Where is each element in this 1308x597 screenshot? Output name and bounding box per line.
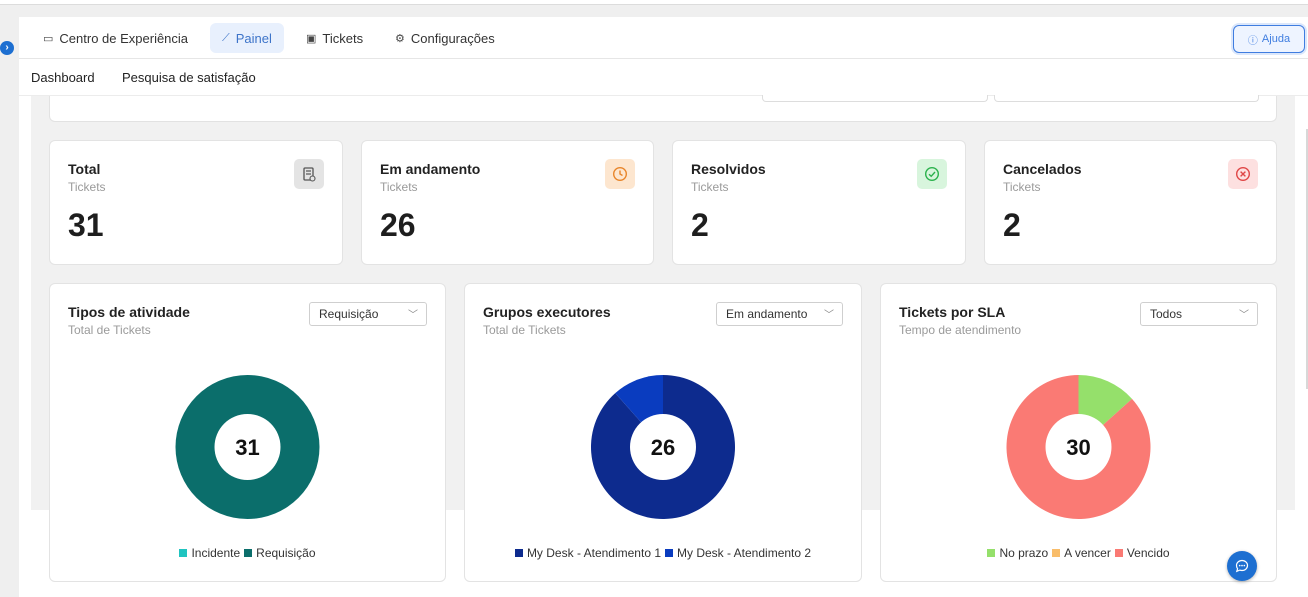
- main-tabs: ▭ Centro de Experiência ⟋ Painel ▣ Ticke…: [19, 17, 1308, 59]
- legend-label: My Desk - Atendimento 1: [526, 546, 661, 560]
- legend-swatch: [244, 549, 253, 557]
- stat-card-total: Total Tickets 31: [49, 140, 343, 265]
- stat-card-em-andamento: Em andamento Tickets 26: [361, 140, 654, 265]
- question-circle-icon: ⓘ: [1247, 35, 1258, 47]
- filter-select-2[interactable]: [994, 95, 1259, 102]
- stat-title: Em andamento: [380, 161, 481, 177]
- legend-label: Vencido: [1126, 546, 1170, 560]
- help-label: Ajuda: [1261, 33, 1291, 45]
- tab-label: Tickets: [322, 30, 364, 46]
- x-circle-icon: [1228, 159, 1258, 189]
- legend-swatch: [1114, 549, 1123, 557]
- chart-title: Grupos executores: [483, 304, 611, 320]
- subnav-dashboard[interactable]: Dashboard: [31, 70, 95, 85]
- stat-title: Resolvidos: [691, 161, 766, 177]
- donut-center-value: 26: [651, 435, 675, 460]
- subnav-pesquisa-satisfacao[interactable]: Pesquisa de satisfação: [122, 70, 256, 85]
- donut-center-value: 31: [235, 435, 259, 460]
- tab-label: Centro de Experiência: [59, 30, 189, 46]
- stat-subtitle: Tickets: [68, 180, 106, 194]
- legend-label: Requisição: [256, 546, 316, 560]
- chevron-down-icon: ﹀: [408, 310, 418, 321]
- chart-subtitle: Total de Tickets: [68, 323, 151, 337]
- stat-subtitle: Tickets: [1003, 180, 1041, 194]
- legend-item-vencido[interactable]: Vencido: [1114, 546, 1170, 560]
- sub-navigation: Dashboard Pesquisa de satisfação: [19, 60, 1308, 96]
- stat-card-cancelados: Cancelados Tickets 2: [984, 140, 1277, 265]
- document-icon: [294, 159, 324, 189]
- chart-subtitle: Total de Tickets: [483, 323, 566, 337]
- chart-filter-select[interactable]: Requisição ﹀: [309, 302, 427, 326]
- check-circle-icon: [917, 159, 947, 189]
- legend-swatch: [179, 549, 188, 557]
- legend-item-incidente[interactable]: Incidente: [179, 546, 240, 560]
- tab-centro-experiencia[interactable]: ▭ Centro de Experiência: [31, 23, 200, 53]
- chart-card-tickets-sla: 30 Tickets por SLA Tempo de atendimento …: [880, 283, 1277, 582]
- help-button[interactable]: ⓘ Ajuda: [1233, 25, 1305, 53]
- stat-subtitle: Tickets: [380, 180, 418, 194]
- chart-legend: Incidente Requisição: [50, 546, 445, 560]
- chart-title: Tickets por SLA: [899, 304, 1006, 320]
- filter-bar: [49, 95, 1277, 122]
- legend-item-no-prazo[interactable]: No prazo: [987, 546, 1048, 560]
- legend-label: Incidente: [191, 546, 241, 560]
- tab-painel[interactable]: ⟋ Painel: [210, 23, 284, 53]
- tab-configuracoes[interactable]: ⚙ Configurações: [383, 23, 507, 53]
- legend-swatch: [987, 549, 996, 557]
- chart-filter-select[interactable]: Todos ﹀: [1140, 302, 1258, 326]
- stat-value: 2: [691, 207, 709, 243]
- chart-filter-select[interactable]: Em andamento ﹀: [716, 302, 843, 326]
- stat-value: 31: [68, 207, 104, 243]
- window-top-edge: [0, 0, 1308, 5]
- stat-value: 2: [1003, 207, 1021, 243]
- donut-center-value: 30: [1066, 435, 1090, 460]
- chat-bubble-button[interactable]: [1227, 551, 1257, 581]
- stat-title: Cancelados: [1003, 161, 1082, 177]
- chart-legend: My Desk - Atendimento 1 My Desk - Atendim…: [465, 546, 861, 560]
- chart-card-tipos-atividade: 31 Tipos de atividade Total de Tickets R…: [49, 283, 446, 582]
- legend-label: A vencer: [1064, 546, 1111, 560]
- chart-line-icon: ⟋: [222, 31, 230, 44]
- select-value: Todos: [1150, 307, 1183, 321]
- stat-subtitle: Tickets: [691, 180, 729, 194]
- tab-tickets[interactable]: ▣ Tickets: [294, 23, 375, 53]
- monitor-icon: ▭: [43, 32, 54, 45]
- legend-item-my-desk-atendimento-1[interactable]: My Desk - Atendimento 1: [514, 546, 661, 560]
- legend-swatch: [665, 549, 673, 557]
- chevron-down-icon: ﹀: [1239, 310, 1249, 321]
- chart-subtitle: Tempo de atendimento: [899, 323, 1022, 337]
- sidebar-toggle-chevron-icon[interactable]: ›: [0, 41, 14, 55]
- chart-card-grupos-executores: 26 Grupos executores Total de Tickets Em…: [464, 283, 862, 582]
- legend-item-a-vencer[interactable]: A vencer: [1052, 546, 1111, 560]
- stat-value: 26: [380, 207, 416, 243]
- legend-swatch: [1052, 549, 1061, 557]
- tab-label: Configurações: [410, 30, 495, 46]
- chevron-down-icon: ﹀: [824, 310, 834, 321]
- chart-title: Tipos de atividade: [68, 304, 190, 320]
- legend-swatch: [514, 549, 523, 557]
- chart-legend: No prazo A vencer Vencido: [881, 546, 1276, 560]
- gear-icon: ⚙: [395, 32, 405, 45]
- legend-item-requisicao[interactable]: Requisição: [244, 546, 316, 560]
- legend-label: My Desk - Atendimento 2: [677, 546, 812, 560]
- tab-label: Painel: [235, 30, 272, 46]
- legend-label: No prazo: [999, 546, 1049, 560]
- select-value: Em andamento: [726, 307, 808, 321]
- stat-card-resolvidos: Resolvidos Tickets 2: [672, 140, 966, 265]
- stat-title: Total: [68, 161, 101, 177]
- filter-select-1[interactable]: [762, 95, 988, 102]
- clock-icon: [605, 159, 635, 189]
- chat-icon: [1235, 559, 1249, 573]
- ticket-icon: ▣: [306, 32, 317, 45]
- select-value: Requisição: [319, 307, 379, 321]
- legend-item-my-desk-atendimento-2[interactable]: My Desk - Atendimento 2: [665, 546, 811, 560]
